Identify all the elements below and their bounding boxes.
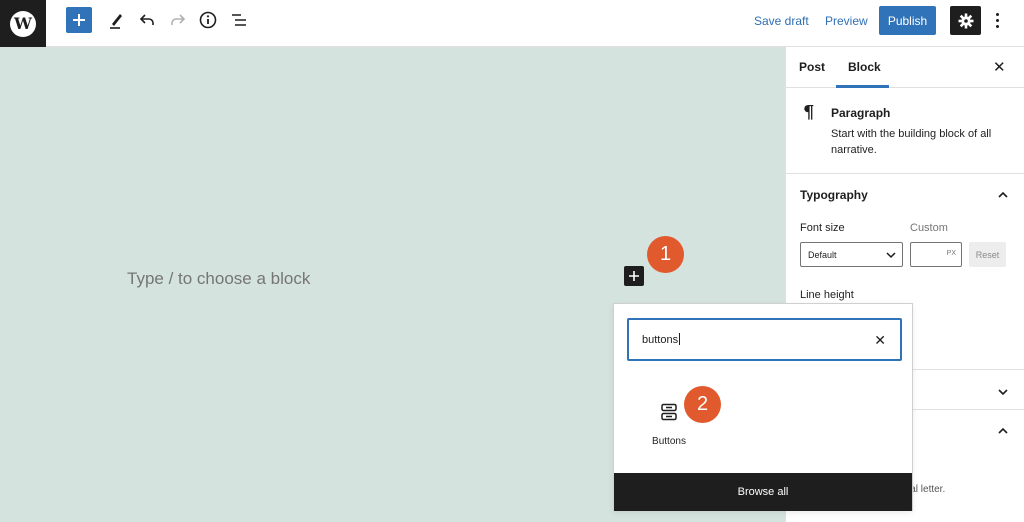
close-icon[interactable]: ✕ bbox=[874, 332, 886, 349]
block-placeholder[interactable]: Type / to choose a block bbox=[127, 269, 310, 289]
publish-button[interactable]: Publish bbox=[879, 6, 936, 35]
plus-icon bbox=[629, 271, 639, 281]
editor-toolbar: W Save draft Preview Publish bbox=[0, 0, 1024, 47]
inline-add-block-button[interactable] bbox=[624, 266, 644, 286]
wordpress-logo-icon: W bbox=[10, 10, 36, 37]
sidebar-tabs: Post Block ✕ bbox=[786, 47, 1024, 88]
redo-icon bbox=[171, 14, 186, 25]
tab-post[interactable]: Post bbox=[799, 60, 825, 74]
list-view-icon bbox=[232, 14, 246, 26]
chevron-down-icon bbox=[886, 252, 896, 259]
step-badge-1: 1 bbox=[647, 236, 684, 273]
buttons-block-label: Buttons bbox=[652, 436, 686, 447]
add-block-button[interactable] bbox=[66, 7, 92, 33]
gear-icon bbox=[958, 13, 973, 28]
list-view-button[interactable] bbox=[228, 9, 250, 31]
undo-button[interactable] bbox=[136, 9, 158, 31]
search-input-value: buttons bbox=[642, 334, 679, 346]
chevron-down-icon[interactable] bbox=[998, 387, 1008, 397]
preview-button[interactable]: Preview bbox=[825, 14, 868, 28]
block-description: Start with the building block of all nar… bbox=[831, 128, 992, 156]
redo-button[interactable] bbox=[167, 9, 189, 31]
typography-panel-title[interactable]: Typography bbox=[800, 188, 868, 202]
custom-size-label: Custom bbox=[910, 222, 948, 234]
wordpress-logo-button[interactable]: W bbox=[0, 0, 46, 47]
unit-label: PX bbox=[946, 250, 956, 257]
save-draft-button[interactable]: Save draft bbox=[754, 14, 809, 28]
tools-button[interactable] bbox=[105, 9, 127, 31]
tab-block[interactable]: Block bbox=[848, 60, 881, 74]
plus-icon bbox=[73, 14, 85, 26]
block-inserter-popover: buttons ✕ Buttons 2 Browse all bbox=[613, 303, 913, 511]
paragraph-icon: ¶ bbox=[803, 102, 815, 123]
step-badge-2: 2 bbox=[684, 386, 721, 423]
chevron-up-icon[interactable] bbox=[998, 190, 1008, 200]
details-button[interactable] bbox=[197, 9, 219, 31]
buttons-block-icon bbox=[661, 403, 677, 421]
settings-button[interactable] bbox=[950, 6, 981, 35]
pencil-icon bbox=[110, 14, 122, 29]
font-size-select-value: Default bbox=[808, 250, 837, 260]
undo-icon bbox=[139, 14, 154, 25]
block-card: ¶ Paragraph Start with the building bloc… bbox=[786, 88, 1024, 174]
line-height-label: Line height bbox=[800, 289, 854, 301]
reset-button[interactable]: Reset bbox=[969, 242, 1006, 267]
font-size-select[interactable]: Default bbox=[800, 242, 903, 267]
info-icon bbox=[199, 11, 217, 29]
font-size-label: Font size bbox=[800, 222, 845, 234]
browse-all-button[interactable]: Browse all bbox=[614, 473, 912, 511]
vertical-ellipsis-icon[interactable] bbox=[990, 9, 1004, 31]
text-cursor bbox=[679, 333, 681, 345]
close-icon[interactable]: ✕ bbox=[993, 58, 1006, 76]
chevron-up-icon[interactable] bbox=[998, 426, 1008, 436]
custom-font-size-input[interactable]: PX bbox=[910, 242, 962, 267]
search-input[interactable]: buttons ✕ bbox=[627, 318, 902, 361]
block-title: Paragraph bbox=[831, 106, 891, 120]
